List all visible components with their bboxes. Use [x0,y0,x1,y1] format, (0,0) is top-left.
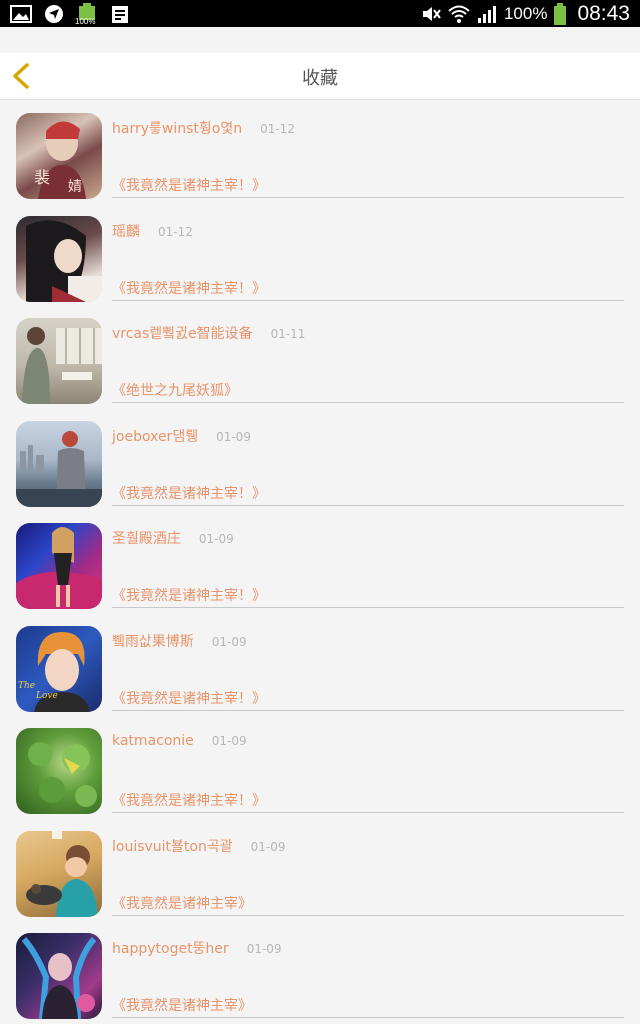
user-name: harry릏winst훵o옃n 01-12 [112,118,295,138]
list-item[interactable]: 圣훨殿酒庄 01-09 《我竟然是诸神主宰！》 [0,510,640,613]
user-name: happytoget뚱her 01-09 [112,938,282,958]
favorites-list: 裴 婧 harry릏winst훵o옃n 01-12 《我竟然是诸神主宰！》 瑶麟 0… [0,100,640,1023]
favorite-date: 01-09 [216,429,251,444]
location-icon [45,4,63,23]
clipboard-icon [112,5,128,23]
list-item[interactable]: happytoget뚱her 01-09 《我竟然是诸神主宰》 [0,920,640,1023]
user-name-text: katmaconie [112,733,194,749]
user-name-text: 쀜雨삾果博斯 [112,633,194,650]
clock: 08:43 [577,1,630,25]
favorite-date: 01-09 [211,734,247,748]
divider [112,607,624,608]
page-title: 收藏 [302,68,338,89]
avatar [16,728,102,814]
book-title[interactable]: 《我竟然是诸神主宰》 [112,893,252,913]
list-item[interactable]: 裴 婧 harry릏winst훵o옃n 01-12 《我竟然是诸神主宰！》 [0,100,640,203]
avatar [16,933,102,1019]
list-item[interactable]: katmaconie 01-09 《我竟然是诸神主宰！》 [0,715,640,818]
user-name: louisvuit뵬ton곡괄 01-09 [112,836,286,856]
favorite-date: 01-09 [198,532,234,546]
svg-text:裴: 裴 [34,168,50,187]
svg-text:The: The [18,681,35,691]
book-title[interactable]: 《我竟然是诸神主宰！》 [112,585,266,605]
avatar [16,420,102,507]
book-title[interactable]: 《我竟然是诸神主宰！》 [112,483,266,503]
avatar [16,523,102,609]
svg-text:Love: Love [35,691,58,701]
user-name-text: 瑶麟 [112,223,140,240]
list-item[interactable]: 瑶麟 01-12 《我竟然是诸神主宰！》 [0,203,640,306]
image-icon [10,4,32,23]
user-name-text: 圣훨殿酒庄 [112,531,181,547]
user-name: 圣훨殿酒庄 01-09 [112,528,234,548]
battery-small-label: 100% [75,16,96,26]
user-name: vrcas렡쀀귌e智能设备 01-11 [112,323,305,343]
divider [112,1017,624,1018]
avatar [16,830,102,917]
avatar: The Love [16,625,102,712]
user-name-text: harry릏winst훵o옃n [112,121,243,137]
user-name: katmaconie 01-09 [112,733,247,749]
list-item[interactable]: The Love 쀜雨삾果博斯 01-09 《我竟然是诸神主宰！》 [0,613,640,716]
svg-text:婧: 婧 [68,179,82,195]
divider [112,709,624,711]
divider [112,914,624,916]
book-title[interactable]: 《我竟然是诸神主宰》 [112,995,252,1015]
favorite-date: 01-09 [211,634,247,649]
divider [112,197,624,198]
list-item[interactable]: louisvuit뵬ton곡괄 01-09 《我竟然是诸神主宰》 [0,818,640,921]
user-name: 瑶麟 01-12 [112,221,193,241]
wifi-icon [448,5,470,23]
status-right-icons: 100% 08:43 [420,2,630,26]
list-item[interactable]: joeboxer댐뤵 01-09 《我竟然是诸神主宰！》 [0,408,640,511]
book-title[interactable]: 《我竟然是诸神主宰！》 [112,175,266,195]
signal-icon [477,5,496,23]
battery-icon [554,2,567,25]
favorite-date: 01-12 [158,224,193,239]
list-item[interactable]: vrcas렡쀀귌e智能设备 01-11 《绝世之九尾妖狐》 [0,305,640,408]
user-name-text: vrcas렡쀀귌e智能设备 [112,326,253,342]
user-name: 쀜雨삾果博斯 01-09 [112,631,247,651]
divider [112,299,624,301]
favorite-date: 01-11 [270,327,306,341]
avatar [16,215,102,302]
avatar [16,318,102,404]
favorite-date: 01-09 [250,839,286,854]
book-title[interactable]: 《绝世之九尾妖狐》 [112,380,238,400]
user-name-text: joeboxer댐뤵 [112,428,199,445]
battery-percent: 100% [503,3,548,23]
user-name-text: happytoget뚱her [112,941,229,957]
avatar: 裴 婧 [16,113,102,199]
book-title[interactable]: 《我竟然是诸神主宰！》 [112,278,266,298]
divider [112,812,624,813]
user-name: joeboxer댐뤵 01-09 [112,426,251,446]
nav-bar: 收藏 [0,53,640,100]
book-title[interactable]: 《我竟然是诸神主宰！》 [112,688,266,708]
book-title[interactable]: 《我竟然是诸神主宰！》 [112,790,266,810]
favorite-date: 01-12 [260,122,295,136]
divider [112,504,624,506]
user-name-text: louisvuit뵬ton곡괄 [112,838,233,855]
status-left-icons: 100% [10,2,131,26]
battery-full-icon: 100% [75,2,98,26]
favorite-date: 01-09 [246,942,282,956]
mute-icon [422,6,441,21]
status-bar: 100% 100% 08:43 [0,0,640,27]
divider [112,402,624,403]
